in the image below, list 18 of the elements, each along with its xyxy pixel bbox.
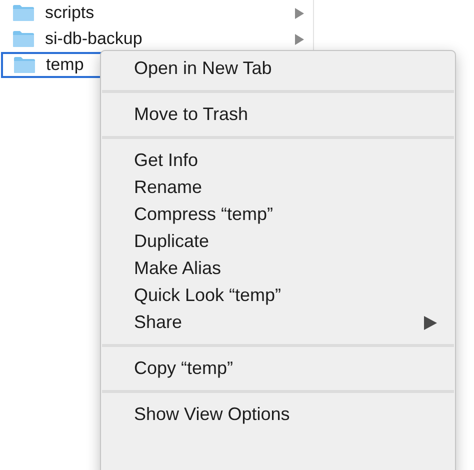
menu-item[interactable]: Share — [101, 309, 455, 336]
menu-item[interactable]: Quick Look “temp” — [101, 282, 455, 309]
folder-name: si-db-backup — [45, 28, 144, 50]
folder-icon — [12, 30, 35, 48]
folder-icon — [13, 56, 36, 74]
folder-row[interactable]: scripts — [0, 0, 312, 26]
menu-item[interactable]: Copy “temp” — [101, 355, 455, 382]
menu-item[interactable]: Get Info — [101, 147, 455, 174]
menu-item[interactable]: Move to Trash — [101, 101, 455, 128]
menu-item[interactable]: Show View Options — [101, 401, 455, 428]
folder-name: temp — [46, 54, 85, 76]
menu-item[interactable]: Rename — [101, 174, 455, 201]
menu-item[interactable]: Make Alias — [101, 255, 455, 282]
folder-row[interactable]: si-db-backup — [0, 26, 312, 52]
folder-icon — [12, 4, 35, 22]
folder-name: scripts — [45, 2, 96, 24]
menu-item[interactable]: Duplicate — [101, 228, 455, 255]
menu-item[interactable]: Compress “temp” — [101, 201, 455, 228]
